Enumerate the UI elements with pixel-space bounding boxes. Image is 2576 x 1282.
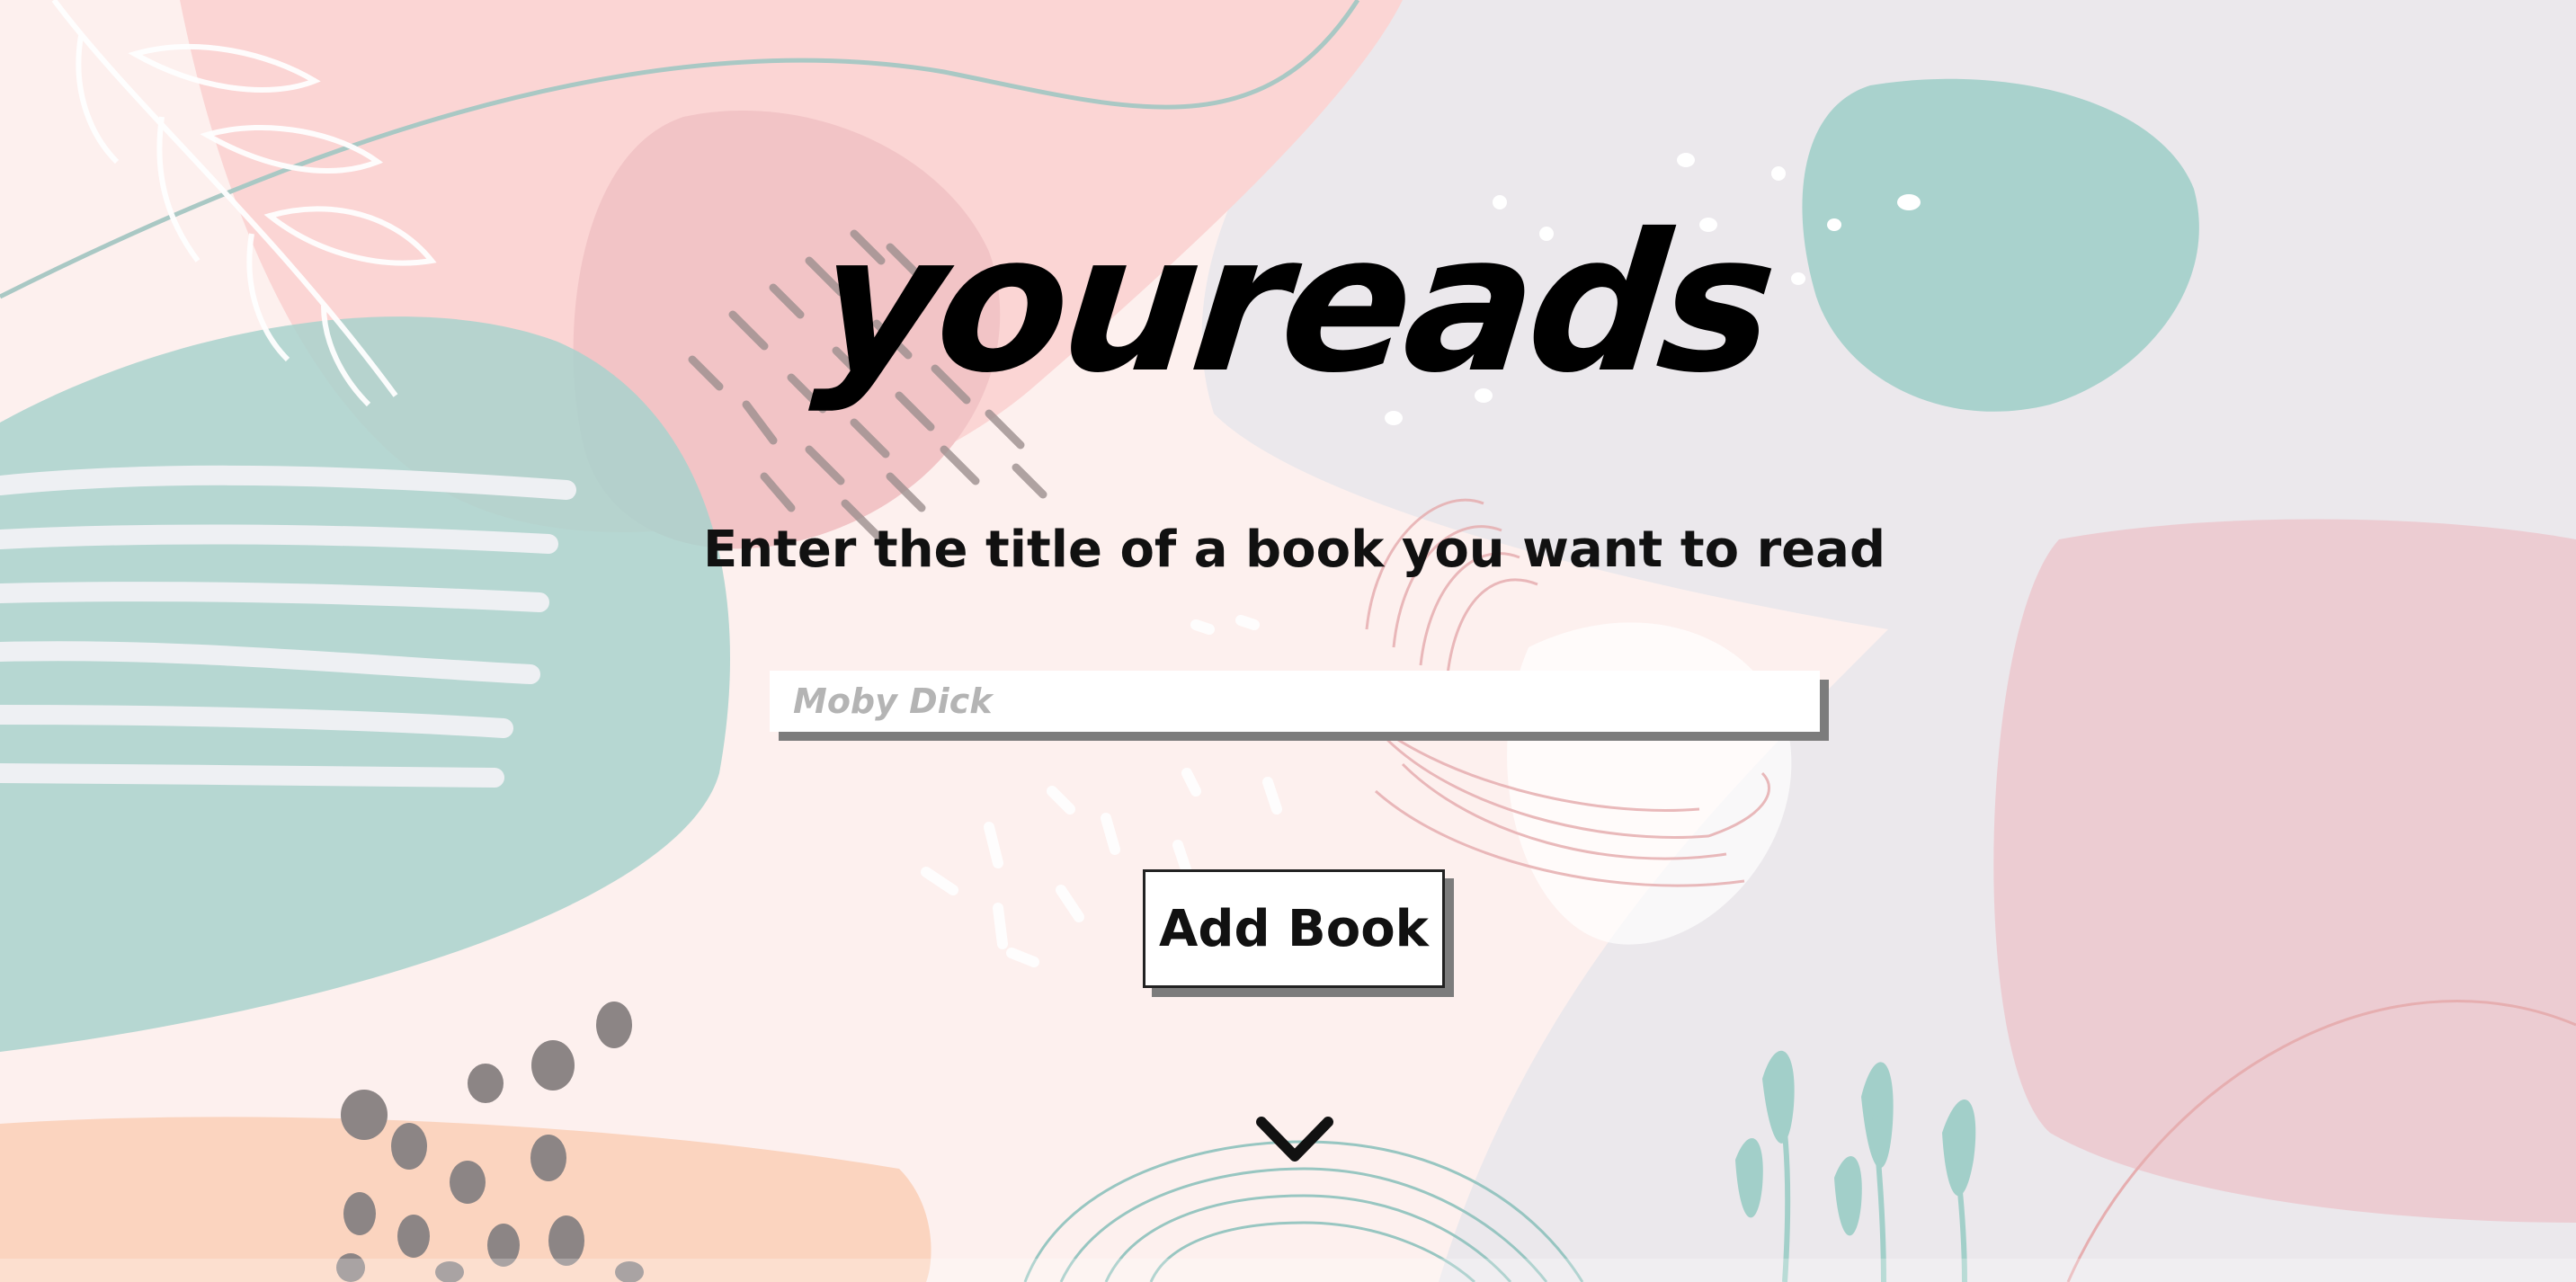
add-book-button[interactable]: Add Book bbox=[1143, 869, 1445, 988]
book-title-field bbox=[770, 671, 1820, 732]
app-logo: youreads bbox=[807, 192, 1781, 414]
book-title-input[interactable] bbox=[770, 671, 1820, 732]
chevron-down-icon[interactable] bbox=[1254, 1115, 1335, 1167]
book-title-prompt: Enter the title of a book you want to re… bbox=[702, 521, 1886, 579]
main-content: youreads Enter the title of a book you w… bbox=[0, 0, 2576, 1282]
